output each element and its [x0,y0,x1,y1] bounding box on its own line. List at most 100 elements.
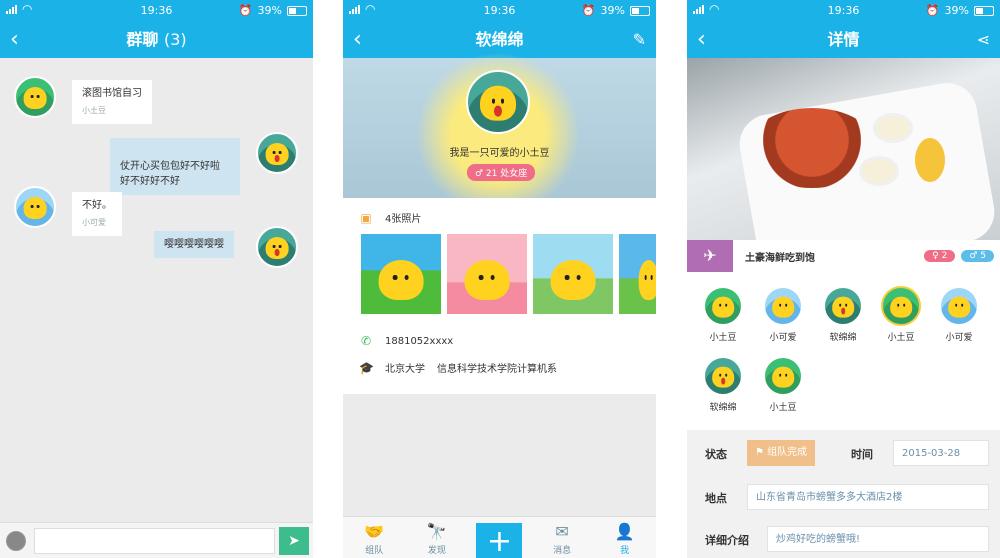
phone-number: 1881052xxxx [385,335,454,347]
event-info: 状态 ⚑ 组队完成 时间 2015-03-28 地点 山东省青岛市螃蟹多多大酒店… [687,430,1000,558]
detail-screen: ◠ 19:36 ⏰ 39% ‹ 详情 ⋖ ✈ 土豪海鲜吃到饱 ♀ 2 ♂ 5 小土… [687,0,1000,558]
message-text: 嘤嘤嘤嘤嘤嘤 [164,239,224,250]
photo-icon: ▣ [360,210,372,225]
tab-discover[interactable]: 🔭 发现 [406,517,469,558]
page-title: 群聊 [126,30,159,49]
send-button[interactable]: ➤ [279,527,309,555]
member-item[interactable]: 小可爱 [929,286,989,343]
message-text: 不好。 [82,200,112,211]
avatar [939,286,979,326]
tab-messages[interactable]: ✉ 消息 [531,517,594,558]
sender-name: 小可爱 [82,218,106,227]
tab-me[interactable]: 👤 我 [593,517,656,558]
age-badge: ♂ 21 处女座 [467,164,536,181]
nav-bar: ‹ 软绵绵 ✎ [343,22,656,58]
member-item[interactable]: 小土豆 [693,286,753,343]
event-photo [687,58,1000,248]
nav-bar: ‹ 详情 ⋖ [687,22,1000,58]
description-label: 详细介绍 [705,534,749,547]
status-bar: ◠ 19:36 ⏰ 39% [0,0,313,22]
avatar [881,286,921,326]
message-text: 滚图书馆自习 [82,88,142,99]
male-count-badge: ♂ 5 [961,250,994,262]
battery-percent: 39% [600,4,625,17]
battery-icon [974,5,994,16]
message-text: 仗开心买包包好不好啦 好不好好不好 [120,161,220,187]
avatar[interactable] [14,76,56,118]
share-icon[interactable]: ⋖ [977,22,990,58]
avatar [703,286,743,326]
page-title: 软绵绵 [475,30,524,49]
page-title: 详情 [827,30,860,49]
place-value: 山东省青岛市螃蟹多多大酒店2楼 [747,484,989,510]
back-icon[interactable]: ‹ [697,22,706,58]
alarm-icon: ⏰ [581,4,596,17]
message-bubble: 滚图书馆自习 小土豆 [72,80,152,124]
place-label: 地点 [705,492,727,505]
member-item[interactable]: 小土豆 [753,356,813,413]
battery-icon [630,5,650,16]
member-item[interactable]: 软绵绵 [693,356,753,413]
edit-icon[interactable]: ✎ [633,22,646,58]
plus-icon: + [476,523,523,558]
graduation-cap-icon: 🎓 [359,360,374,375]
message-bubble: 嘤嘤嘤嘤嘤嘤 [154,231,234,258]
photo-thumbnail[interactable] [447,234,527,314]
battery-percent: 39% [257,4,282,17]
description-value: 炒鸡好吃的螃蟹哦! [767,526,989,552]
status-bar: ◠ 19:36 ⏰ 39% [687,0,1000,22]
avatar[interactable] [256,132,298,174]
alarm-icon: ⏰ [925,4,940,17]
time-value: 2015-03-28 [893,440,989,466]
profile-header: 我是一只可爱的小土豆 ♂ 21 处女座 [343,54,656,214]
female-count-badge: ♀ 2 [924,250,956,262]
member-item[interactable]: 小可爱 [753,286,813,343]
tab-team[interactable]: 🤝 组队 [343,517,406,558]
alarm-icon: ⏰ [238,4,253,17]
message-bubble: 仗开心买包包好不好啦 好不好好不好 [110,138,240,195]
back-icon[interactable]: ‹ [353,22,362,58]
profile-screen: ◠ 19:36 ⏰ 39% ‹ 软绵绵 ✎ 我是一只可爱的小土豆 ♂ 21 处女座… [343,0,656,558]
tab-bar: 🤝 组队 🔭 发现 + ✉ 消息 👤 我 [343,516,656,558]
person-icon: 👤 [614,522,635,541]
emoji-icon[interactable] [6,531,26,551]
profile-avatar[interactable] [466,70,530,134]
handshake-icon: 🤝 [364,522,385,541]
sender-name: 小土豆 [82,106,106,115]
avatar [823,286,863,326]
time-label: 时间 [851,448,873,461]
chat-screen: ◠ 19:36 ⏰ 39% ‹ 群聊 (3) 滚图书馆自习 小土豆 仗开心买包包好… [0,0,313,558]
member-item[interactable]: 软绵绵 [813,286,873,343]
photo-thumbnail[interactable] [361,234,441,314]
battery-percent: 39% [944,4,969,17]
status-label: 状态 [705,448,727,461]
avatar [703,356,743,396]
department-name: 信息科学技术学院计算机系 [437,364,557,375]
avatar [763,356,803,396]
back-icon[interactable]: ‹ [10,22,19,58]
photo-thumbnail[interactable] [533,234,613,314]
message-bubble: 不好。 小可爱 [72,192,122,236]
school-row: 🎓 北京大学 信息科学技术学院计算机系 [359,360,557,376]
message-input[interactable] [34,528,275,554]
member-count: (3) [163,30,187,49]
phone-row: ✆ 1881052xxxx [359,334,453,348]
send-icon: ➤ [288,533,300,549]
event-title: 土豪海鲜吃到饱 [745,252,815,264]
tab-add[interactable]: + [468,517,531,558]
input-bar: ➤ [0,522,313,558]
nav-bar: ‹ 群聊 (3) [0,22,313,58]
photos-row[interactable]: ▣ 4张照片 [359,210,422,226]
photos-label: 4张照片 [385,214,422,225]
avatar[interactable] [14,186,56,228]
airplane-icon: ✈ [687,240,733,272]
status-value: ⚑ 组队完成 [747,440,816,466]
mail-icon: ✉ [555,522,569,541]
status-bar: ◠ 19:36 ⏰ 39% [343,0,656,22]
avatar[interactable] [256,226,298,268]
school-name: 北京大学 [385,364,425,375]
profile-tagline: 我是一只可爱的小土豆 [449,148,550,159]
avatar [763,286,803,326]
photo-thumbnail[interactable] [619,234,656,314]
member-item[interactable]: 小土豆 [871,286,931,343]
